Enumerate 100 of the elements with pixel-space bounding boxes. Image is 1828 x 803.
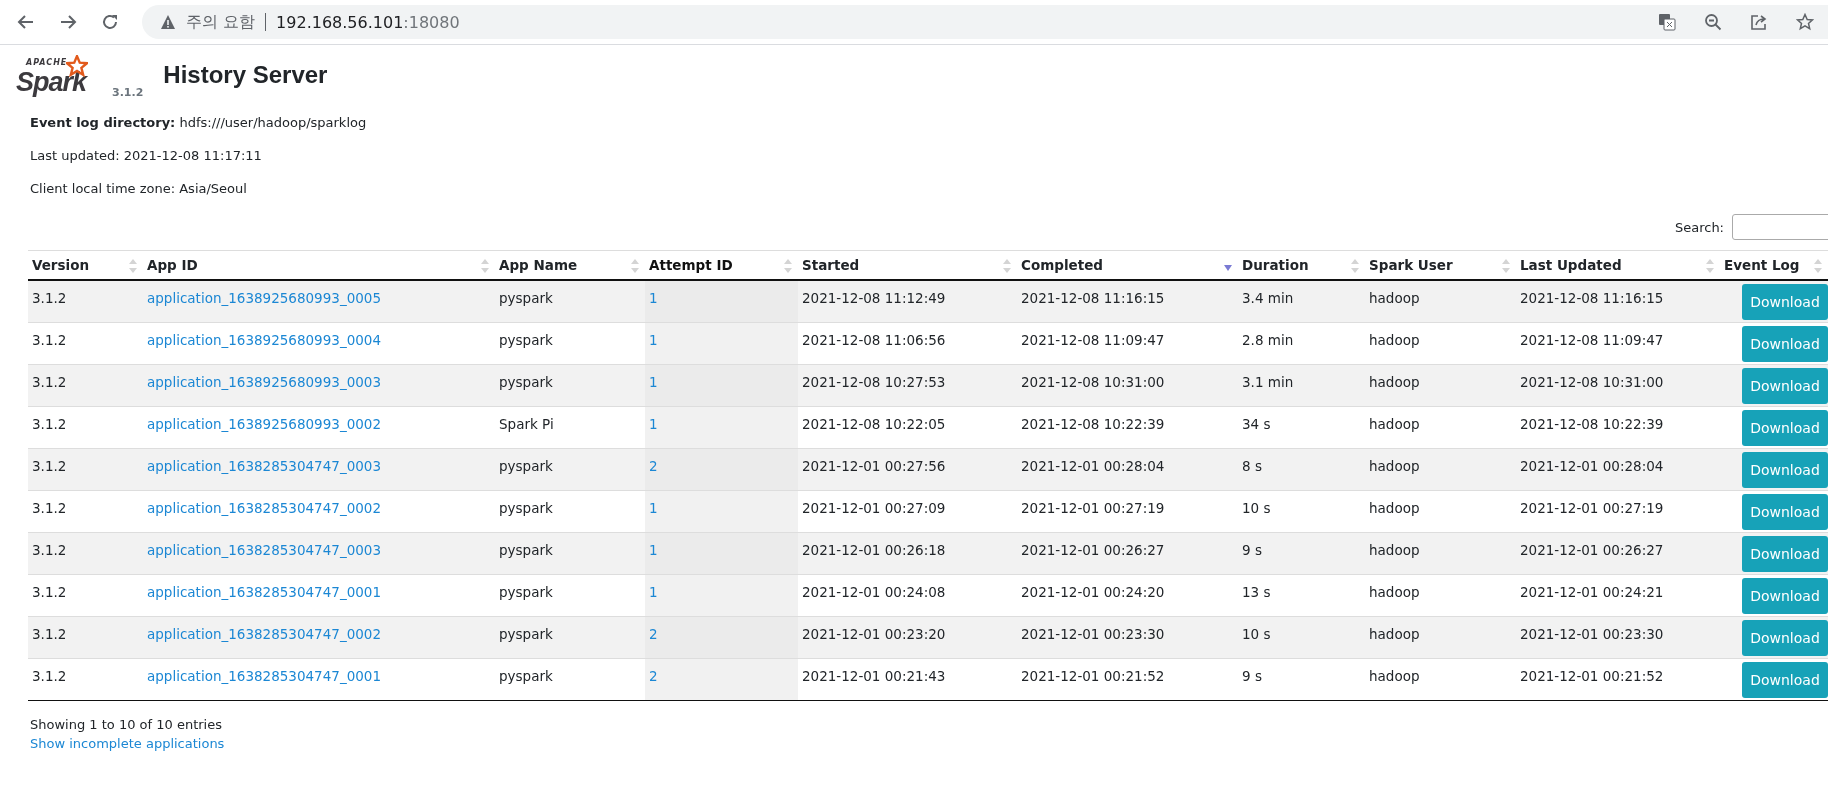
- table-cell: 3.1 min: [1242, 373, 1294, 390]
- sort-icon[interactable]: [1351, 259, 1359, 273]
- table-cell: 2021-12-01 00:27:09: [802, 499, 946, 516]
- table-cell: 2021-12-08 11:16:15: [1520, 289, 1664, 306]
- table-cell: 2021-12-08 11:12:49: [802, 289, 946, 306]
- table-cell: hadoop: [1369, 289, 1420, 306]
- attempt-id-link[interactable]: 1: [649, 499, 658, 516]
- version-label: 3.1.2: [112, 86, 144, 101]
- table-cell: 2021-12-08 10:22:39: [1021, 415, 1165, 432]
- app-id-link[interactable]: application_1638925680993_0002: [147, 415, 381, 432]
- attempt-id-link[interactable]: 1: [649, 583, 658, 600]
- table-cell: 2.8 min: [1242, 331, 1294, 348]
- sort-icon[interactable]: [481, 259, 489, 273]
- attempt-id-link[interactable]: 1: [649, 415, 658, 432]
- app-id-link[interactable]: application_1638285304747_0001: [147, 667, 381, 684]
- sort-icon[interactable]: [1003, 259, 1011, 273]
- download-button[interactable]: Download: [1742, 619, 1828, 656]
- table-cell: 3.1.2: [32, 331, 67, 348]
- app-id-link[interactable]: application_1638925680993_0004: [147, 331, 381, 348]
- app-id-link[interactable]: application_1638285304747_0001: [147, 583, 381, 600]
- table-cell: 2021-12-01 00:21:43: [802, 667, 946, 684]
- table-cell: 3.1.2: [32, 415, 67, 432]
- address-bar[interactable]: 주의 요함 192.168.56.101:18080: [142, 5, 1828, 39]
- last-updated-text: Last updated: 2021-12-08 11:17:11: [30, 147, 263, 165]
- table-cell: hadoop: [1369, 499, 1420, 516]
- table-cell: 2021-12-08 11:09:47: [1520, 331, 1664, 348]
- table-cell: 2021-12-08 10:22:39: [1520, 415, 1664, 432]
- table-cell: 2021-12-01 00:27:19: [1520, 499, 1664, 516]
- table-cell: pyspark: [499, 667, 553, 684]
- download-button[interactable]: Download: [1742, 535, 1828, 572]
- sort-icon[interactable]: [129, 259, 137, 273]
- share-icon[interactable]: [1750, 13, 1768, 31]
- show-incomplete-link[interactable]: Show incomplete applications: [30, 736, 225, 751]
- table-cell: 3.1.2: [32, 499, 67, 516]
- entries-summary: Showing 1 to 10 of 10 entries: [30, 717, 223, 732]
- time-zone-text: Client local time zone: Asia/Seoul: [30, 180, 248, 198]
- table-cell: 2021-12-01 00:23:30: [1520, 625, 1664, 642]
- warning-icon[interactable]: [160, 14, 176, 30]
- table-cell: 3.4 min: [1242, 289, 1294, 306]
- spark-logo[interactable]: APACHE Spark: [14, 55, 86, 101]
- search-label: Search:: [1674, 219, 1724, 235]
- table-cell: 3.1.2: [32, 289, 67, 306]
- table-cell: pyspark: [499, 541, 553, 558]
- table-cell: 2021-12-01 00:26:27: [1021, 541, 1165, 558]
- app-id-link[interactable]: application_1638285304747_0002: [147, 499, 381, 516]
- table-cell: 2021-12-01 00:21:52: [1520, 667, 1664, 684]
- table-cell: 2021-12-01 00:26:27: [1520, 541, 1664, 558]
- bookmark-star-icon[interactable]: [1796, 13, 1814, 31]
- download-button[interactable]: Download: [1742, 367, 1828, 404]
- attempt-id-link[interactable]: 1: [649, 289, 658, 306]
- table-cell: 2021-12-01 00:27:19: [1021, 499, 1165, 516]
- download-button[interactable]: Download: [1742, 283, 1828, 320]
- sort-icon[interactable]: [784, 259, 792, 273]
- download-button[interactable]: Download: [1742, 577, 1828, 614]
- table-cell: 2021-12-01 00:23:20: [802, 625, 946, 642]
- table-cell: 2021-12-01 00:23:30: [1021, 625, 1165, 642]
- attempt-id-link[interactable]: 1: [649, 541, 658, 558]
- download-button[interactable]: Download: [1742, 493, 1828, 530]
- table-cell: 3.1.2: [32, 625, 67, 642]
- sort-icon[interactable]: [631, 259, 639, 273]
- table-cell: hadoop: [1369, 457, 1420, 474]
- table-cell: hadoop: [1369, 373, 1420, 390]
- download-button[interactable]: Download: [1742, 451, 1828, 488]
- table-cell: hadoop: [1369, 583, 1420, 600]
- download-button[interactable]: Download: [1742, 409, 1828, 446]
- attempt-id-link[interactable]: 2: [649, 625, 658, 642]
- table-cell: pyspark: [499, 373, 553, 390]
- table-cell: 3.1.2: [32, 457, 67, 474]
- table-cell: pyspark: [499, 457, 553, 474]
- sort-icon[interactable]: [1502, 259, 1510, 273]
- table-cell: 2021-12-08 10:31:00: [1520, 373, 1664, 390]
- translate-icon[interactable]: [1658, 13, 1676, 31]
- table-cell: 9 s: [1242, 541, 1262, 558]
- table-cell: 2021-12-01 00:26:18: [802, 541, 946, 558]
- table-cell: 3.1.2: [32, 667, 67, 684]
- attempt-id-link[interactable]: 1: [649, 331, 658, 348]
- table-cell: 2021-12-08 10:27:53: [802, 373, 946, 390]
- table-cell: pyspark: [499, 289, 553, 306]
- event-log-directory: Event log directory: hdfs:///user/hadoop/sparklog: [30, 114, 368, 132]
- attempt-id-link[interactable]: 1: [649, 373, 658, 390]
- table-cell: 2021-12-01 00:24:21: [1520, 583, 1664, 600]
- table-cell: 3.1.2: [32, 583, 67, 600]
- table-cell: hadoop: [1369, 667, 1420, 684]
- table-cell: 34 s: [1242, 415, 1271, 432]
- table-cell: pyspark: [499, 583, 553, 600]
- table-cell: hadoop: [1369, 625, 1420, 642]
- attempt-id-link[interactable]: 2: [649, 457, 658, 474]
- zoom-out-icon[interactable]: [1704, 13, 1722, 31]
- security-warning-text: 주의 요함: [186, 11, 256, 33]
- sort-icon[interactable]: [1706, 259, 1714, 273]
- download-button[interactable]: Download: [1742, 661, 1828, 698]
- table-cell: hadoop: [1369, 331, 1420, 348]
- reload-icon[interactable]: [100, 12, 120, 32]
- table-cell: 2021-12-08 11:16:15: [1021, 289, 1165, 306]
- download-button[interactable]: Download: [1742, 325, 1828, 362]
- table-cell: 2021-12-01 00:24:08: [802, 583, 946, 600]
- sort-icon[interactable]: [1814, 259, 1822, 273]
- attempt-id-link[interactable]: 2: [649, 667, 658, 684]
- table-cell: 10 s: [1242, 625, 1271, 642]
- table-cell: 3.1.2: [32, 541, 67, 558]
